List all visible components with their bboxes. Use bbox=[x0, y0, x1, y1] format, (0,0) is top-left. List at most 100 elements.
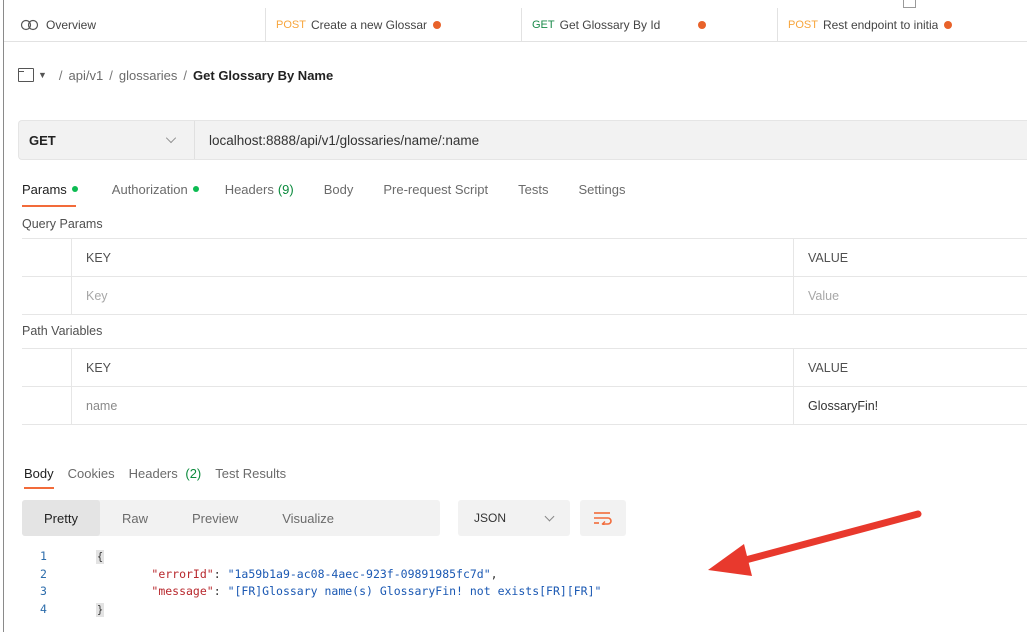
tab-method: POST bbox=[788, 18, 818, 31]
table-header-row: KEY VALUE bbox=[22, 239, 1027, 277]
key-column-header: KEY bbox=[72, 349, 794, 386]
chevron-down-icon bbox=[165, 132, 177, 144]
view-raw-button[interactable]: Raw bbox=[100, 500, 170, 536]
path-variable-key: name bbox=[72, 387, 794, 424]
tab-title: Rest endpoint to initia bbox=[822, 17, 939, 32]
line-number: 4 bbox=[40, 601, 47, 616]
status-dot-icon bbox=[192, 186, 199, 192]
request-tabs: Params Authorization Headers (9) Body Pr… bbox=[22, 176, 655, 207]
json-value: "1a59b1a9-ac08-4aec-923f-09891985fc7d" bbox=[227, 566, 491, 581]
overview-icon bbox=[20, 19, 39, 30]
tab-method: GET bbox=[532, 18, 555, 31]
value-column-header: VALUE bbox=[808, 360, 849, 375]
tab-params[interactable]: Params bbox=[22, 176, 78, 207]
line-number: 3 bbox=[40, 584, 47, 598]
breadcrumb-separator: / bbox=[183, 67, 188, 83]
collection-icon[interactable] bbox=[18, 68, 34, 82]
wrap-lines-icon bbox=[594, 512, 612, 525]
value-input[interactable]: Value bbox=[794, 277, 1027, 314]
line-number: 1 bbox=[40, 549, 47, 563]
view-pretty-button[interactable]: Pretty bbox=[22, 500, 100, 536]
tab-authorization[interactable]: Authorization bbox=[112, 176, 199, 202]
json-punctuation: , bbox=[490, 566, 498, 581]
tab-response-body[interactable]: Body bbox=[24, 465, 54, 489]
view-mode-bar: Pretty Raw Preview Visualize bbox=[22, 500, 440, 536]
tab-title: Create a new Glossar bbox=[310, 17, 428, 32]
path-variable-value[interactable]: GlossaryFin! bbox=[794, 387, 1027, 424]
tab-method: POST bbox=[276, 18, 306, 31]
tab-title: Get Glossary By Id bbox=[559, 17, 661, 32]
tab-label: Test Results bbox=[215, 465, 287, 481]
wrap-lines-button[interactable] bbox=[580, 500, 626, 536]
key-input[interactable]: Key bbox=[72, 277, 794, 314]
request-line: GET localhost:8888/api/v1/glossaries/nam… bbox=[18, 120, 1027, 160]
view-visualize-button[interactable]: Visualize bbox=[260, 500, 356, 536]
tab-body[interactable]: Body bbox=[324, 176, 354, 202]
breadcrumb: ▼ / api/v1 / glossaries / Get Glossary B… bbox=[18, 64, 333, 86]
path-variables-label: Path Variables bbox=[22, 324, 103, 338]
tab-bar: Overview POST Create a new Glossar GET G… bbox=[4, 7, 1027, 42]
tab-prerequest-script[interactable]: Pre-request Script bbox=[383, 176, 488, 202]
tab-settings[interactable]: Settings bbox=[578, 176, 625, 202]
query-params-label: Query Params bbox=[22, 217, 103, 231]
code-line: 1 { bbox=[40, 548, 601, 566]
tab-label: Params bbox=[22, 181, 67, 197]
app-window: Overview POST Create a new Glossar GET G… bbox=[3, 0, 1027, 632]
fold-brace[interactable]: { bbox=[96, 550, 104, 564]
table-header-row: KEY VALUE bbox=[22, 349, 1027, 387]
tab-label: Body bbox=[24, 465, 54, 481]
status-dot-icon bbox=[71, 186, 78, 192]
tab-label: Pre-request Script bbox=[383, 181, 489, 197]
breadcrumb-separator: / bbox=[58, 67, 63, 83]
tab-request[interactable]: GET Get Glossary By Id bbox=[522, 7, 778, 42]
breadcrumb-separator: / bbox=[109, 67, 113, 83]
tab-test-results[interactable]: Test Results bbox=[215, 466, 286, 481]
chevron-down-icon bbox=[544, 511, 555, 522]
tab-label: Headers bbox=[128, 465, 178, 481]
table-row: Key Value bbox=[22, 277, 1027, 315]
tab-request[interactable]: POST Create a new Glossar bbox=[266, 7, 522, 42]
tab-label: Headers bbox=[224, 181, 274, 197]
view-preview-button[interactable]: Preview bbox=[170, 500, 260, 536]
url-input[interactable]: localhost:8888/api/v1/glossaries/name/:n… bbox=[195, 133, 479, 148]
table-row: name GlossaryFin! bbox=[22, 387, 1027, 425]
breadcrumb-item[interactable]: api/v1 bbox=[69, 68, 104, 83]
headers-count: (9) bbox=[277, 181, 294, 197]
page-title[interactable]: Get Glossary By Name bbox=[193, 68, 333, 83]
fold-brace: } bbox=[96, 602, 104, 617]
arrow-annotation bbox=[708, 510, 922, 576]
key-column-header: KEY bbox=[72, 239, 794, 276]
code-line: 4 } bbox=[40, 601, 601, 619]
tab-response-headers[interactable]: Headers (2) bbox=[129, 466, 202, 481]
tab-overview-label: Overview bbox=[46, 17, 97, 32]
code-line: 3 "message": "[FR]Glossary name(s) Gloss… bbox=[40, 583, 601, 601]
code-line: 2 "errorId": "1a59b1a9-ac08-4aec-923f-09… bbox=[40, 566, 601, 584]
json-key: "errorId" bbox=[151, 566, 214, 581]
path-variables-table: KEY VALUE name GlossaryFin! bbox=[22, 348, 1027, 425]
tab-label: Cookies bbox=[67, 465, 115, 481]
headers-count: (2) bbox=[185, 465, 202, 481]
json-key: "message" bbox=[151, 584, 214, 598]
unsaved-dot-icon bbox=[698, 20, 707, 29]
tab-response-cookies[interactable]: Cookies bbox=[68, 466, 115, 481]
tab-label: Tests bbox=[518, 181, 549, 197]
format-label: JSON bbox=[474, 511, 507, 525]
query-params-table: KEY VALUE Key Value bbox=[22, 238, 1027, 315]
method-label: GET bbox=[29, 132, 56, 148]
breadcrumb-item[interactable]: glossaries bbox=[119, 68, 178, 83]
tab-tests[interactable]: Tests bbox=[518, 176, 548, 202]
tab-headers[interactable]: Headers (9) bbox=[225, 176, 294, 202]
value-column-header: VALUE bbox=[808, 250, 849, 265]
unsaved-dot-icon bbox=[944, 20, 953, 29]
json-value: "[FR]Glossary name(s) GlossaryFin! not e… bbox=[227, 584, 602, 598]
format-select[interactable]: JSON bbox=[458, 500, 570, 536]
tab-request[interactable]: POST Rest endpoint to initia bbox=[778, 8, 1027, 42]
response-tabs: Body Cookies Headers (2) Test Results bbox=[24, 462, 300, 489]
tab-label: Authorization bbox=[111, 181, 188, 197]
chevron-down-icon[interactable]: ▼ bbox=[38, 70, 47, 80]
unsaved-dot-icon bbox=[433, 20, 442, 29]
response-body-code: 1 { 2 "errorId": "1a59b1a9-ac08-4aec-923… bbox=[40, 548, 601, 618]
tab-overview[interactable]: Overview bbox=[4, 7, 266, 42]
tab-label: Body bbox=[323, 181, 354, 197]
method-select[interactable]: GET bbox=[19, 121, 195, 159]
